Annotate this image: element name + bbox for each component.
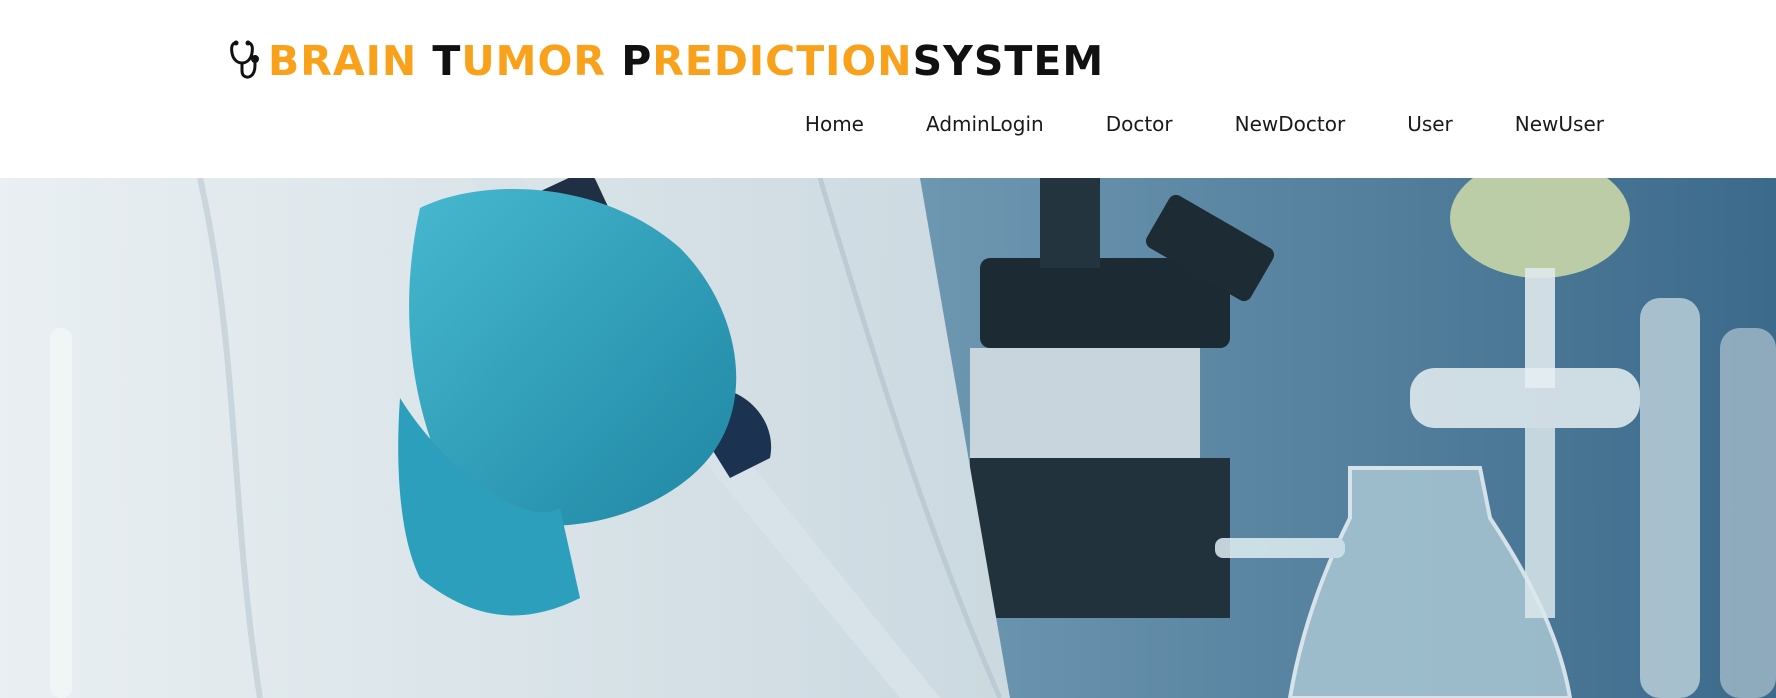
site-title-segment: UMOR (461, 36, 622, 85)
hero-banner-image (0, 178, 1776, 698)
site-title-segment: B (268, 36, 301, 85)
nav-admin-login-link[interactable]: AdminLogin (926, 112, 1044, 136)
stethoscope-icon (228, 39, 262, 83)
site-title: BRAIN TUMOR PREDICTIONSYSTEM (268, 40, 1104, 82)
nav-new-user-link[interactable]: NewUser (1515, 112, 1604, 136)
nav-doctor-link[interactable]: Doctor (1106, 112, 1173, 136)
site-title-segment: REDICTION (652, 36, 913, 85)
site-title-segment: P (621, 36, 653, 85)
site-header: BRAIN TUMOR PREDICTIONSYSTEM Home AdminL… (0, 0, 1776, 178)
site-title-segment: SYSTEM (912, 36, 1105, 85)
main-nav: Home AdminLogin Doctor NewDoctor User Ne… (805, 112, 1604, 136)
site-title-segment: T (432, 36, 462, 85)
site-title-segment: RAIN (300, 36, 433, 85)
nav-home-link[interactable]: Home (805, 112, 864, 136)
nav-new-doctor-link[interactable]: NewDoctor (1235, 112, 1346, 136)
nav-user-link[interactable]: User (1407, 112, 1453, 136)
lab-scene-illustration (0, 178, 1776, 698)
brand-logo-link[interactable]: BRAIN TUMOR PREDICTIONSYSTEM (228, 36, 1104, 86)
